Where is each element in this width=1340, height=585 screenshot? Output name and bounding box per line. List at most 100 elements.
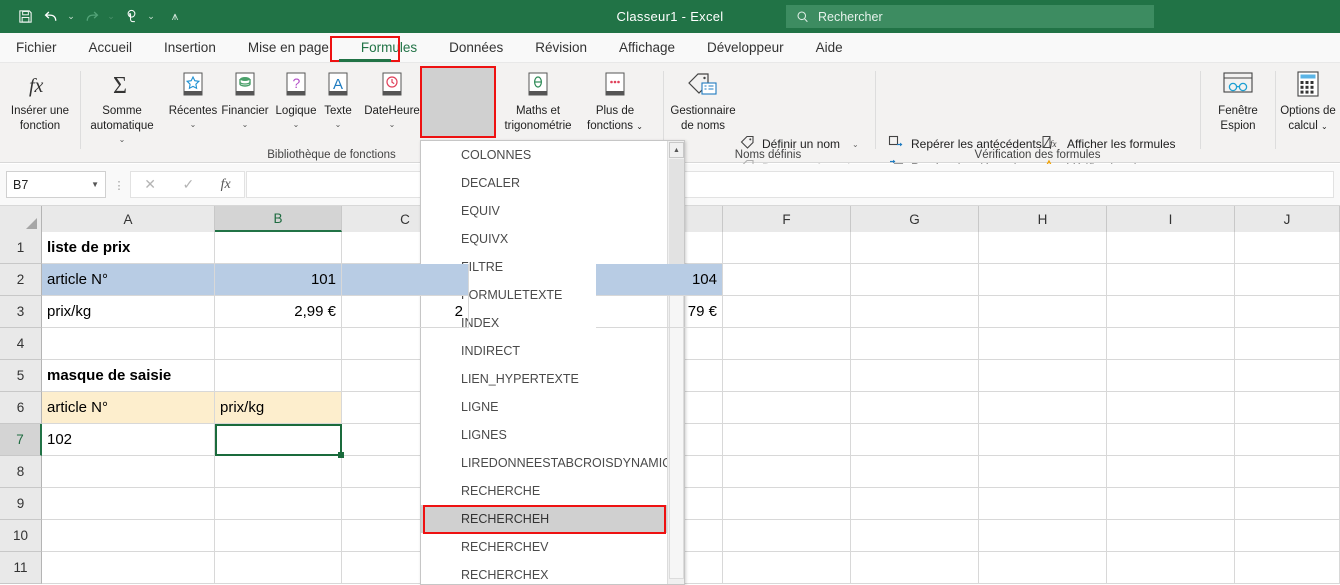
tab-aide[interactable]: Aide <box>800 33 859 63</box>
cell-I3[interactable] <box>1107 296 1235 328</box>
dropdown-item-liredonneestabcroisdynamique[interactable]: LIREDONNEESTABCROISDYNAMIQUE <box>421 449 684 477</box>
cell-B3[interactable]: 2,99 € <box>215 296 342 328</box>
cell-E2[interactable]: 104 <box>596 264 723 296</box>
cell-G9[interactable] <box>851 488 979 520</box>
cell-A9[interactable] <box>42 488 215 520</box>
dropdown-item-rechercheh[interactable]: RECHERCHEH <box>421 505 684 533</box>
name-box-dropdown-icon[interactable]: ▼ <box>91 180 99 189</box>
dropdown-item-ligne[interactable]: LIGNE <box>421 393 684 421</box>
cell-F4[interactable] <box>723 328 851 360</box>
cell-I11[interactable] <box>1107 552 1235 584</box>
tab-affichage[interactable]: Affichage <box>603 33 691 63</box>
cell-F7[interactable] <box>723 424 851 456</box>
cell-G11[interactable] <box>851 552 979 584</box>
row-header-3[interactable]: 3 <box>0 296 42 328</box>
watch-window-button[interactable]: Fenêtre Espion <box>1205 67 1271 133</box>
cell-B5[interactable] <box>215 360 342 392</box>
column-header-j[interactable]: J <box>1235 206 1340 232</box>
cell-J10[interactable] <box>1235 520 1340 552</box>
cell-J4[interactable] <box>1235 328 1340 360</box>
cell-A1[interactable]: liste de prix <box>42 232 215 264</box>
cell-F8[interactable] <box>723 456 851 488</box>
cell-J3[interactable] <box>1235 296 1340 328</box>
cell-G5[interactable] <box>851 360 979 392</box>
dropdown-scrollbar[interactable]: ▲ <box>667 141 684 584</box>
cell-A8[interactable] <box>42 456 215 488</box>
cell-B4[interactable] <box>215 328 342 360</box>
column-header-g[interactable]: G <box>851 206 979 232</box>
tab-fichier[interactable]: Fichier <box>0 33 73 63</box>
cell-B6[interactable]: prix/kg <box>215 392 342 424</box>
undo-dropdown-icon[interactable]: ⌄ <box>64 4 78 30</box>
dropdown-item-colonnes[interactable]: COLONNES <box>421 141 684 169</box>
row-header-1[interactable]: 1 <box>0 232 42 264</box>
column-header-i[interactable]: I <box>1107 206 1235 232</box>
cell-H8[interactable] <box>979 456 1107 488</box>
cell-I9[interactable] <box>1107 488 1235 520</box>
cell-F11[interactable] <box>723 552 851 584</box>
cell-I8[interactable] <box>1107 456 1235 488</box>
cell-B11[interactable] <box>215 552 342 584</box>
tab-developpeur[interactable]: Développeur <box>691 33 800 63</box>
enter-icon[interactable]: ✓ <box>182 176 194 193</box>
dropdown-item-equiv[interactable]: EQUIV <box>421 197 684 225</box>
tab-revision[interactable]: Révision <box>519 33 603 63</box>
cell-H2[interactable] <box>979 264 1107 296</box>
dropdown-item-equivx[interactable]: EQUIVX <box>421 225 684 253</box>
cell-A6[interactable]: article N° <box>42 392 215 424</box>
cell-A7[interactable]: 102 <box>42 424 215 456</box>
cell-I7[interactable] <box>1107 424 1235 456</box>
row-header-7[interactable]: 7 <box>0 424 42 456</box>
cell-H7[interactable] <box>979 424 1107 456</box>
cell-B10[interactable] <box>215 520 342 552</box>
undo-icon[interactable] <box>38 4 64 30</box>
cell-B8[interactable] <box>215 456 342 488</box>
dropdown-item-indirect[interactable]: INDIRECT <box>421 337 684 365</box>
column-header-f[interactable]: F <box>723 206 851 232</box>
cell-G8[interactable] <box>851 456 979 488</box>
cell-I4[interactable] <box>1107 328 1235 360</box>
cell-F1[interactable] <box>723 232 851 264</box>
scrollbar-thumb[interactable] <box>669 159 684 267</box>
scroll-up-icon[interactable]: ▲ <box>669 142 684 158</box>
cell-J11[interactable] <box>1235 552 1340 584</box>
cell-G2[interactable] <box>851 264 979 296</box>
dropdown-item-lignes[interactable]: LIGNES <box>421 421 684 449</box>
cell-H9[interactable] <box>979 488 1107 520</box>
cell-A10[interactable] <box>42 520 215 552</box>
cell-J1[interactable] <box>1235 232 1340 264</box>
column-header-b[interactable]: B <box>215 206 342 232</box>
cell-G1[interactable] <box>851 232 979 264</box>
cell-B1[interactable] <box>215 232 342 264</box>
cell-A4[interactable] <box>42 328 215 360</box>
cell-G4[interactable] <box>851 328 979 360</box>
cell-H10[interactable] <box>979 520 1107 552</box>
cell-J6[interactable] <box>1235 392 1340 424</box>
formula-input[interactable] <box>246 171 1334 198</box>
cell-G7[interactable] <box>851 424 979 456</box>
cell-A2[interactable]: article N° <box>42 264 215 296</box>
touch-mode-icon[interactable] <box>118 4 144 30</box>
column-header-h[interactable]: H <box>979 206 1107 232</box>
tab-mise-en-page[interactable]: Mise en page <box>232 33 345 63</box>
customize-qat-icon[interactable]: ⩚ <box>168 4 182 30</box>
row-header-4[interactable]: 4 <box>0 328 42 360</box>
cell-H5[interactable] <box>979 360 1107 392</box>
cell-H11[interactable] <box>979 552 1107 584</box>
cell-F6[interactable] <box>723 392 851 424</box>
cell-H4[interactable] <box>979 328 1107 360</box>
calculation-options-button[interactable]: Options de calcul ⌄ <box>1276 67 1340 133</box>
cell-H6[interactable] <box>979 392 1107 424</box>
cell-J9[interactable] <box>1235 488 1340 520</box>
row-header-8[interactable]: 8 <box>0 456 42 488</box>
cell-G10[interactable] <box>851 520 979 552</box>
cell-I2[interactable] <box>1107 264 1235 296</box>
cell-G6[interactable] <box>851 392 979 424</box>
dropdown-item-lien_hypertexte[interactable]: LIEN_HYPERTEXTE <box>421 365 684 393</box>
dropdown-item-recherche[interactable]: RECHERCHE <box>421 477 684 505</box>
formula-bar-grip[interactable]: ⋮ <box>114 175 125 195</box>
cell-J2[interactable] <box>1235 264 1340 296</box>
cell-A11[interactable] <box>42 552 215 584</box>
cell-H1[interactable] <box>979 232 1107 264</box>
tab-donnees[interactable]: Données <box>433 33 519 63</box>
